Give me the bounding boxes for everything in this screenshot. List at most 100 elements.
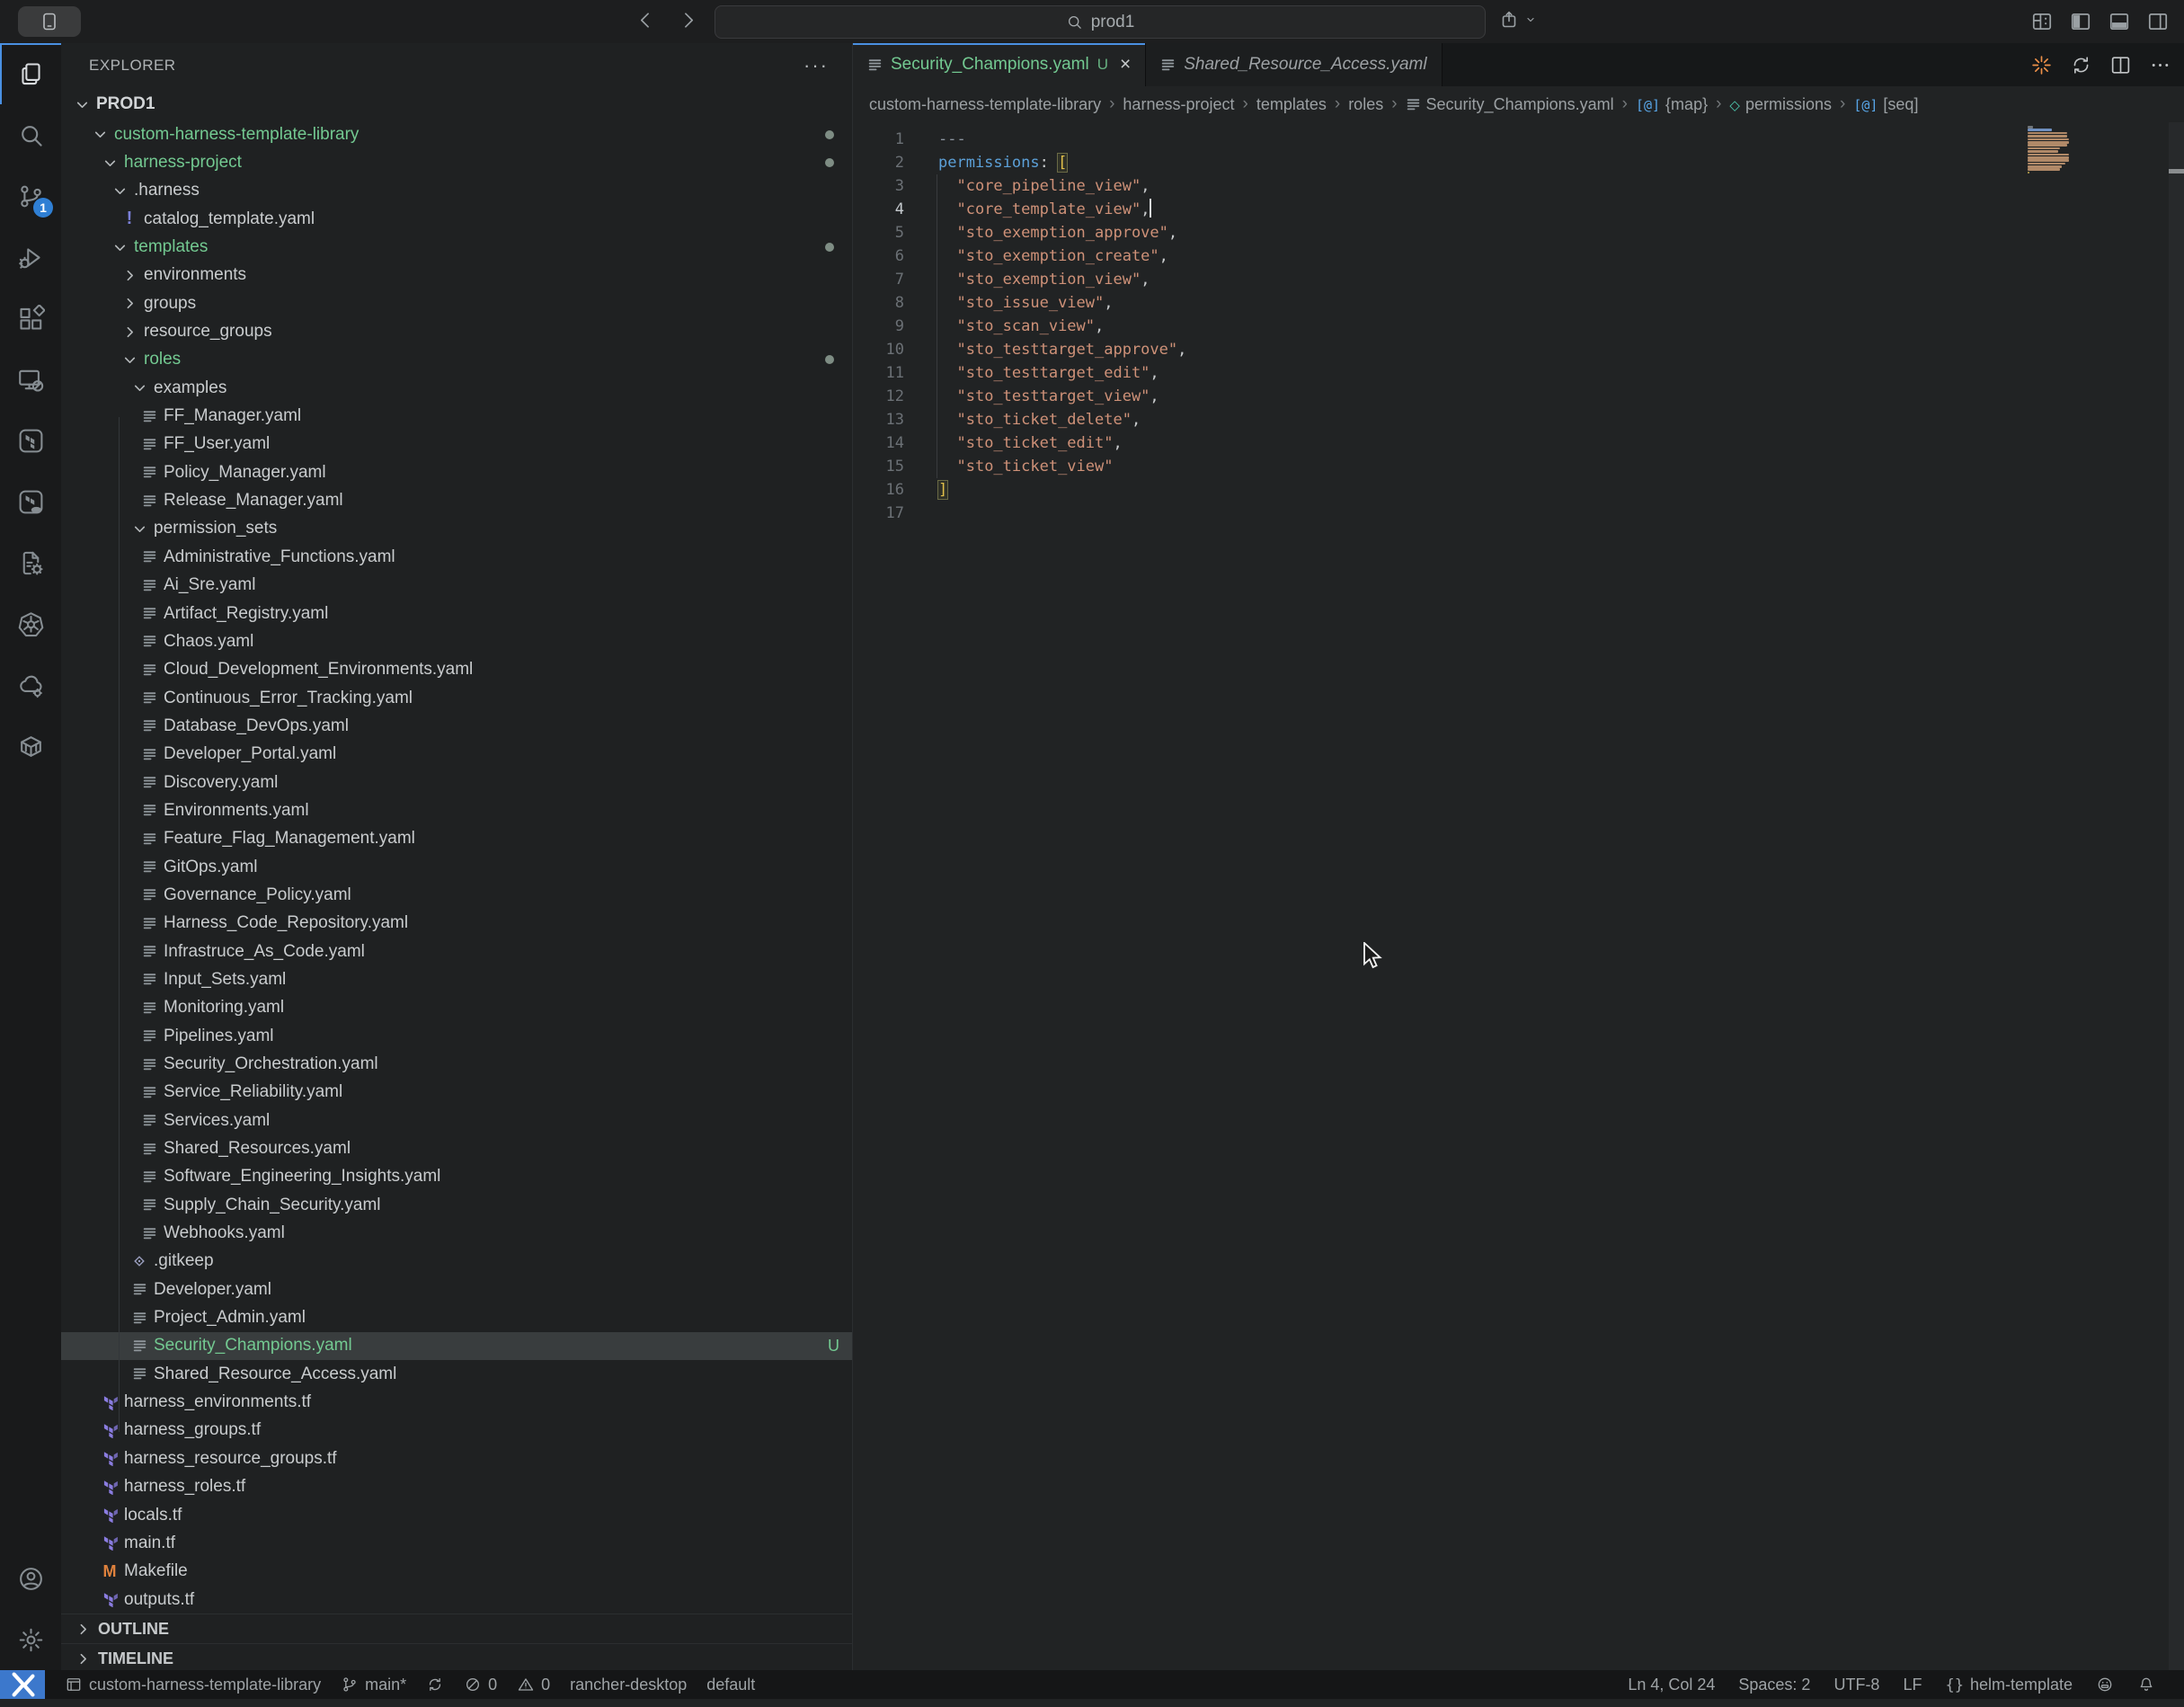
tree-file-FF_User.yaml[interactable]: FF_User.yaml [61, 431, 852, 458]
status-eol[interactable]: LF [1903, 1676, 1922, 1694]
code-line-2[interactable]: 2permissions: [ [853, 151, 2184, 174]
outline-section[interactable]: OUTLINE [61, 1614, 852, 1643]
tree-file-Feature_Flag_Management.yaml[interactable]: Feature_Flag_Management.yaml [61, 825, 852, 853]
layout-control-button[interactable] [1499, 9, 1539, 31]
activity-item-explorer[interactable] [0, 43, 61, 104]
status-cursor-position[interactable]: Ln 4, Col 24 [1628, 1676, 1715, 1694]
breadcrumb-item[interactable]: templates [1256, 95, 1327, 114]
tree-file-Discovery.yaml[interactable]: Discovery.yaml [61, 769, 852, 796]
code-line-6[interactable]: 6 "sto_exemption_create", [853, 244, 2184, 268]
activity-item-containers[interactable] [0, 716, 61, 777]
tree-folder-custom-harness-template-library[interactable]: custom-harness-template-library [61, 120, 852, 148]
tree-file-Security_Orchestration.yaml[interactable]: Security_Orchestration.yaml [61, 1050, 852, 1078]
tree-file-Infrastruce_As_Code.yaml[interactable]: Infrastruce_As_Code.yaml [61, 938, 852, 965]
tree-folder-resource_groups[interactable]: resource_groups [61, 317, 852, 345]
split-editor-icon[interactable] [2109, 54, 2132, 76]
activity-item-terraform[interactable] [0, 410, 61, 471]
code-line-11[interactable]: 11 "sto_testtarget_edit", [853, 361, 2184, 385]
tree-file-main.tf[interactable]: main.tf [61, 1529, 852, 1557]
tree-file-GitOps.yaml[interactable]: GitOps.yaml [61, 853, 852, 881]
code-line-12[interactable]: 12 "sto_testtarget_view", [853, 385, 2184, 408]
scrollbar[interactable] [2169, 122, 2184, 1670]
status-encoding[interactable]: UTF-8 [1833, 1676, 1879, 1694]
code-line-10[interactable]: 10 "sto_testtarget_approve", [853, 338, 2184, 361]
tree-file-Harness_Code_Repository.yaml[interactable]: Harness_Code_Repository.yaml [61, 910, 852, 938]
tree-file-Database_DevOps.yaml[interactable]: Database_DevOps.yaml [61, 712, 852, 740]
tree-folder-.harness[interactable]: .harness [61, 177, 852, 205]
breadcrumb-item[interactable]: Security_Champions.yaml [1406, 95, 1614, 114]
tree-file-Software_Engineering_Insights.yaml[interactable]: Software_Engineering_Insights.yaml [61, 1163, 852, 1191]
code-line-9[interactable]: 9 "sto_scan_view", [853, 315, 2184, 338]
breadcrumb-item[interactable]: custom-harness-template-library [869, 95, 1101, 114]
workspace-section-header[interactable]: PROD1 [61, 88, 852, 120]
status-language-mode[interactable]: {}helm-template [1945, 1676, 2073, 1694]
tree-file-Release_Manager.yaml[interactable]: Release_Manager.yaml [61, 486, 852, 514]
tab-Security_Champions.yaml[interactable]: Security_Champions.yamlU× [853, 43, 1146, 86]
tree-folder-harness-project[interactable]: harness-project [61, 148, 852, 176]
status-indentation[interactable]: Spaces: 2 [1738, 1676, 1810, 1694]
tree-file-Pipelines.yaml[interactable]: Pipelines.yaml [61, 1022, 852, 1050]
tree-file-locals.tf[interactable]: locals.tf [61, 1501, 852, 1529]
tree-folder-templates[interactable]: templates [61, 233, 852, 261]
tree-file-Makefile[interactable]: MMakefile [61, 1558, 852, 1586]
editor-pane[interactable]: 1---2permissions: [3 "core_pipeline_view… [853, 122, 2184, 1670]
status-problems-warnings[interactable]: 0 [517, 1676, 550, 1694]
tree-file-Project_Admin.yaml[interactable]: Project_Admin.yaml [61, 1303, 852, 1331]
breadcrumb-item[interactable]: [@][seq] [1853, 95, 1918, 114]
code-line-3[interactable]: 3 "core_pipeline_view", [853, 174, 2184, 198]
toggle-panel-icon[interactable] [2108, 10, 2131, 33]
tree-folder-groups[interactable]: groups [61, 289, 852, 317]
tree-file-Shared_Resource_Access.yaml[interactable]: Shared_Resource_Access.yaml [61, 1360, 852, 1388]
code-line-13[interactable]: 13 "sto_ticket_delete", [853, 408, 2184, 431]
navigate-forward-icon[interactable] [677, 9, 699, 31]
views-more-actions-icon[interactable]: ··· [803, 54, 829, 77]
tree-file-Input_Sets.yaml[interactable]: Input_Sets.yaml [61, 965, 852, 993]
tree-file-Monitoring.yaml[interactable]: Monitoring.yaml [61, 994, 852, 1022]
tree-file-.gitkeep[interactable]: .gitkeep [61, 1248, 852, 1276]
code-line-7[interactable]: 7 "sto_exemption_view", [853, 268, 2184, 291]
close-icon[interactable]: × [1120, 54, 1131, 76]
status-kubernetes-context[interactable]: default [706, 1676, 755, 1694]
tree-file-Continuous_Error_Tracking.yaml[interactable]: Continuous_Error_Tracking.yaml [61, 684, 852, 712]
tree-file-catalog_template.yaml[interactable]: !catalog_template.yaml [61, 205, 852, 233]
command-center-search[interactable]: prod1 [715, 5, 1486, 39]
code-line-4[interactable]: 4 "core_template_view", [853, 198, 2184, 221]
tree-file-Service_Reliability.yaml[interactable]: Service_Reliability.yaml [61, 1079, 852, 1107]
assistant-icon[interactable] [2030, 54, 2053, 76]
tree-file-Chaos.yaml[interactable]: Chaos.yaml [61, 627, 852, 655]
tree-file-Shared_Resources.yaml[interactable]: Shared_Resources.yaml [61, 1134, 852, 1162]
tree-file-harness_roles.tf[interactable]: harness_roles.tf [61, 1473, 852, 1501]
activity-item-run-and-debug[interactable] [0, 227, 61, 288]
activity-item-kubernetes[interactable] [0, 593, 61, 654]
navigate-back-icon[interactable] [635, 9, 657, 31]
activity-item-dev-config[interactable] [0, 532, 61, 593]
toggle-secondary-sidebar-icon[interactable] [2146, 10, 2170, 33]
tree-file-Webhooks.yaml[interactable]: Webhooks.yaml [61, 1219, 852, 1247]
tree-folder-environments[interactable]: environments [61, 262, 852, 289]
remote-window-button[interactable] [0, 1670, 45, 1699]
tree-file-Developer.yaml[interactable]: Developer.yaml [61, 1276, 852, 1303]
activity-item-accounts[interactable] [0, 1548, 61, 1609]
tree-file-Services.yaml[interactable]: Services.yaml [61, 1107, 852, 1134]
activity-item-source-control[interactable]: 1 [0, 165, 61, 227]
tree-file-harness_environments.tf[interactable]: harness_environments.tf [61, 1388, 852, 1416]
activity-item-search[interactable] [0, 104, 61, 165]
tree-file-outputs.tf[interactable]: outputs.tf [61, 1586, 852, 1614]
code-line-17[interactable]: 17 [853, 502, 2184, 525]
tree-file-Artifact_Registry.yaml[interactable]: Artifact_Registry.yaml [61, 600, 852, 627]
breadcrumb-item[interactable]: ◇permissions [1729, 95, 1832, 114]
tree-folder-roles[interactable]: roles [61, 346, 852, 374]
status-git-branch[interactable]: main* [341, 1676, 406, 1694]
status-notifications[interactable] [2137, 1676, 2155, 1694]
tree-file-Policy_Manager.yaml[interactable]: Policy_Manager.yaml [61, 458, 852, 486]
code-line-8[interactable]: 8 "sto_issue_view", [853, 291, 2184, 315]
tree-file-Developer_Portal.yaml[interactable]: Developer_Portal.yaml [61, 741, 852, 769]
tree-file-Cloud_Development_Environments.yaml[interactable]: Cloud_Development_Environments.yaml [61, 656, 852, 684]
minimap[interactable] [2028, 126, 2082, 178]
tree-file-Security_Champions.yaml[interactable]: Security_Champions.yamlU [61, 1332, 852, 1360]
tree-file-Ai_Sre.yaml[interactable]: Ai_Sre.yaml [61, 572, 852, 600]
code-area[interactable]: 1---2permissions: [3 "core_pipeline_view… [853, 122, 2184, 525]
toggle-primary-sidebar-icon[interactable] [2069, 10, 2092, 33]
tree-file-Administrative_Functions.yaml[interactable]: Administrative_Functions.yaml [61, 543, 852, 571]
status-git-sync[interactable] [426, 1676, 444, 1694]
